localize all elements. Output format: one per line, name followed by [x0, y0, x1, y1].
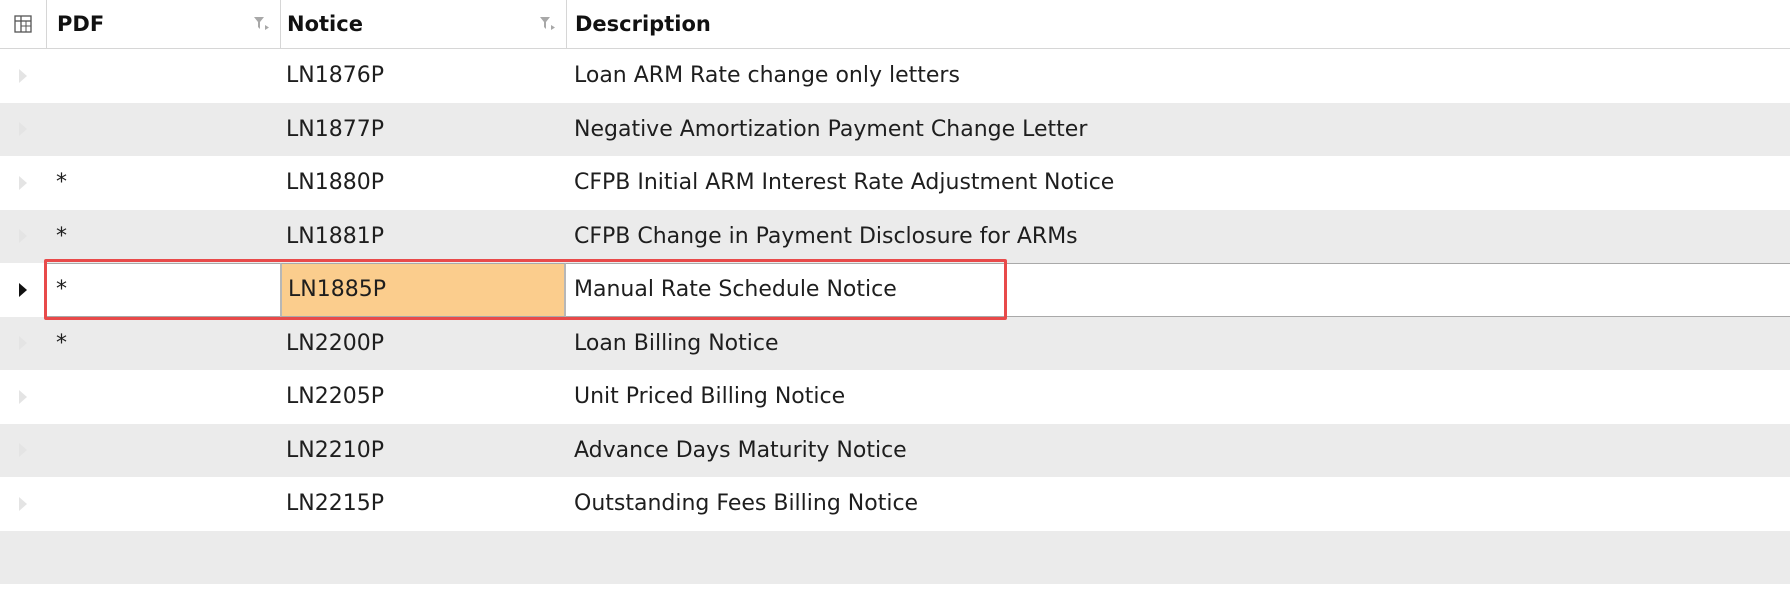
- table-row[interactable]: LN2210P Advance Days Maturity Notice: [0, 423, 1790, 478]
- column-header-notice[interactable]: Notice: [280, 0, 566, 48]
- filter-icon[interactable]: [538, 14, 556, 32]
- row-indicator-icon: [19, 175, 27, 190]
- row-indicator[interactable]: [0, 317, 46, 371]
- column-header-pdf[interactable]: PDF: [46, 0, 280, 48]
- description-cell[interactable]: Negative Amortization Payment Change Let…: [566, 103, 1790, 157]
- table-row[interactable]: LN2215P Outstanding Fees Billing Notice: [0, 477, 1790, 531]
- grid-body: LN1876P Loan ARM Rate change only letter…: [0, 49, 1790, 584]
- row-indicator[interactable]: [0, 103, 46, 157]
- notice-cell[interactable]: [280, 531, 566, 585]
- pdf-cell[interactable]: *: [46, 317, 280, 371]
- row-indicator[interactable]: [0, 531, 46, 585]
- column-header-notice-label: Notice: [287, 12, 363, 36]
- row-indicator-icon: [19, 122, 27, 137]
- row-indicator[interactable]: [0, 156, 46, 210]
- pdf-cell[interactable]: [46, 103, 280, 157]
- notice-cell[interactable]: LN1876P: [280, 49, 566, 103]
- description-cell[interactable]: Loan ARM Rate change only letters: [566, 49, 1790, 103]
- pdf-cell[interactable]: *: [46, 210, 280, 264]
- row-indicator[interactable]: [0, 424, 46, 478]
- pdf-cell[interactable]: [46, 531, 280, 585]
- row-indicator[interactable]: [0, 210, 46, 264]
- description-cell[interactable]: [566, 531, 1790, 585]
- description-cell[interactable]: CFPB Initial ARM Interest Rate Adjustmen…: [566, 156, 1790, 210]
- notice-grid: PDF Notice Description LN1876P Loan ARM …: [0, 0, 1790, 584]
- column-header-description[interactable]: Description: [566, 0, 1790, 48]
- notice-cell[interactable]: LN1877P: [280, 103, 566, 157]
- table-row[interactable]: LN1876P Loan ARM Rate change only letter…: [0, 49, 1790, 103]
- notice-cell-focused[interactable]: LN1885P: [280, 263, 566, 317]
- pdf-cell[interactable]: *: [46, 156, 280, 210]
- description-cell[interactable]: Unit Priced Billing Notice: [566, 370, 1790, 424]
- row-indicator-icon: [19, 229, 27, 244]
- description-cell[interactable]: Outstanding Fees Billing Notice: [566, 477, 1790, 531]
- column-chooser-button[interactable]: [0, 0, 46, 48]
- notice-cell[interactable]: LN2215P: [280, 477, 566, 531]
- row-indicator-icon: [19, 443, 27, 458]
- table-row[interactable]: LN1877P Negative Amortization Payment Ch…: [0, 102, 1790, 157]
- pdf-cell[interactable]: [46, 49, 280, 103]
- pdf-cell[interactable]: [46, 477, 280, 531]
- table-row[interactable]: LN2205P Unit Priced Billing Notice: [0, 370, 1790, 424]
- grid-header: PDF Notice Description: [0, 0, 1790, 49]
- table-row[interactable]: * LN1881P CFPB Change in Payment Disclos…: [0, 209, 1790, 264]
- notice-cell[interactable]: LN1880P: [280, 156, 566, 210]
- notice-cell[interactable]: LN2205P: [280, 370, 566, 424]
- row-indicator[interactable]: [0, 49, 46, 103]
- pdf-cell[interactable]: [46, 424, 280, 478]
- row-indicator[interactable]: [0, 370, 46, 424]
- notice-cell[interactable]: LN2200P: [280, 317, 566, 371]
- description-cell[interactable]: Advance Days Maturity Notice: [566, 424, 1790, 478]
- row-indicator-icon: [19, 336, 27, 351]
- table-row[interactable]: * LN2200P Loan Billing Notice: [0, 316, 1790, 371]
- description-cell[interactable]: CFPB Change in Payment Disclosure for AR…: [566, 210, 1790, 264]
- row-indicator-icon: [19, 496, 27, 511]
- description-cell[interactable]: Loan Billing Notice: [566, 317, 1790, 371]
- column-header-pdf-label: PDF: [57, 12, 105, 36]
- row-indicator[interactable]: [0, 263, 46, 317]
- pdf-cell[interactable]: *: [46, 263, 280, 317]
- description-cell[interactable]: Manual Rate Schedule Notice: [566, 263, 1790, 317]
- filter-icon[interactable]: [252, 14, 270, 32]
- column-chooser-icon: [14, 15, 32, 33]
- table-row[interactable]: * LN1880P CFPB Initial ARM Interest Rate…: [0, 156, 1790, 210]
- row-indicator[interactable]: [0, 477, 46, 531]
- pdf-cell[interactable]: [46, 370, 280, 424]
- column-header-description-label: Description: [575, 12, 711, 36]
- table-row[interactable]: [0, 530, 1790, 585]
- current-row-indicator-icon: [19, 282, 27, 297]
- row-indicator-icon: [19, 389, 27, 404]
- table-row-selected[interactable]: * LN1885P Manual Rate Schedule Notice: [0, 263, 1790, 317]
- notice-cell[interactable]: LN2210P: [280, 424, 566, 478]
- row-indicator-icon: [19, 68, 27, 83]
- notice-cell[interactable]: LN1881P: [280, 210, 566, 264]
